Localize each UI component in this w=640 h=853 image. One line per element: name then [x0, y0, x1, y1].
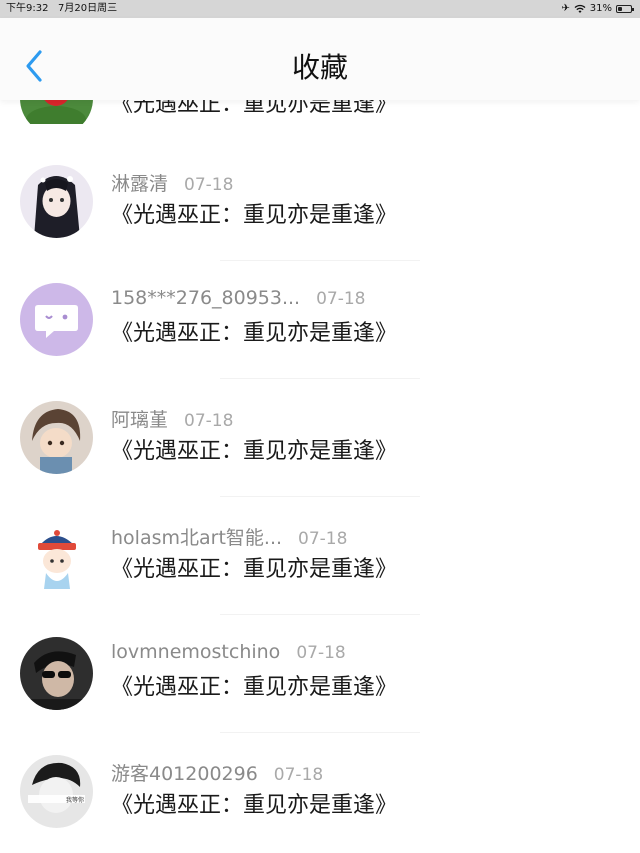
wifi-icon: [574, 4, 586, 13]
status-right: ✈ 31%: [561, 0, 634, 18]
user-name: 游客401200296: [111, 763, 258, 785]
anime-girl-avatar-icon: [20, 165, 93, 238]
user-name: 158***276_80953...: [111, 287, 301, 309]
status-time: 下午9:32: [6, 3, 49, 14]
user-name: 阿璃堇: [111, 409, 169, 431]
battery-percent: 31%: [589, 3, 612, 14]
list-item-text: 《光遇巫正：重见亦是重逢》: [111, 675, 398, 700]
list-item[interactable]: 淋露清 07-18 《光遇巫正：重见亦是重逢》: [0, 143, 640, 261]
list-item-meta: holasm北art智能... 07-18: [111, 523, 347, 550]
list-item[interactable]: holasm北art智能... 07-18 《光遇巫正：重见亦是重逢》: [0, 497, 640, 615]
qing-official-avatar-icon: [20, 519, 93, 592]
list-item[interactable]: 158***276_80953... 07-18 《光遇巫正：重见亦是重逢》: [0, 261, 640, 379]
list-item-text: 《光遇巫正：重见亦是重逢》: [111, 321, 398, 346]
list-item[interactable]: 阿璃堇 07-18 《光遇巫正：重见亦是重逢》: [0, 379, 640, 497]
list-item-text: 《光遇巫正：重见亦是重逢》: [111, 203, 398, 228]
list-item-text: 《光遇巫正：重见亦是重逢》: [111, 439, 398, 464]
item-date: 07-18: [184, 175, 234, 195]
status-bar: 下午9:32 7月20日周三 ✈ 31%: [0, 0, 640, 18]
item-date: 07-18: [184, 411, 234, 431]
user-name: lovmnemostchino: [111, 641, 281, 663]
list-item-text: 《光遇巫正：重见亦是重逢》: [111, 793, 398, 818]
item-date: 07-18: [316, 289, 366, 309]
item-date: 07-18: [296, 643, 346, 663]
user-name: holasm北art智能...: [111, 527, 283, 549]
list-item-meta: 淋露清 07-18: [111, 169, 233, 196]
page-title: 收藏: [291, 51, 348, 84]
item-date: 07-18: [298, 529, 348, 549]
chat-bubble-avatar-icon: [20, 283, 93, 356]
avatar-caption: 我等你: [66, 796, 84, 804]
list-item-meta: 158***276_80953... 07-18: [111, 287, 366, 309]
list-item-meta: 游客401200296 07-18: [111, 759, 323, 786]
list-item-meta: 阿璃堇 07-18: [111, 405, 233, 432]
status-time-date: 下午9:32 7月20日周三: [6, 0, 117, 18]
list-item-meta: lovmnemostchino 07-18: [111, 641, 346, 663]
list-item[interactable]: lovmnemostchino 07-18 《光遇巫正：重见亦是重逢》: [0, 615, 640, 733]
item-date: 07-18: [273, 765, 324, 785]
user-name: 淋露清: [111, 173, 169, 195]
list-item[interactable]: 我等你 游客401200296 07-18 《光遇巫正：重见亦是重逢》: [0, 733, 640, 851]
nav-header: 收藏: [0, 18, 640, 100]
bw-boy-avatar-icon: 我等你: [20, 755, 93, 828]
list-item-text: 《光遇巫正：重见亦是重逢》: [111, 557, 398, 582]
status-date: 7月20日周三: [58, 3, 118, 14]
cartoon-boy-avatar-icon: [20, 401, 93, 474]
sunglasses-man-avatar-icon: [20, 637, 93, 710]
airplane-icon: ✈: [561, 3, 570, 14]
battery-icon: [616, 5, 634, 13]
